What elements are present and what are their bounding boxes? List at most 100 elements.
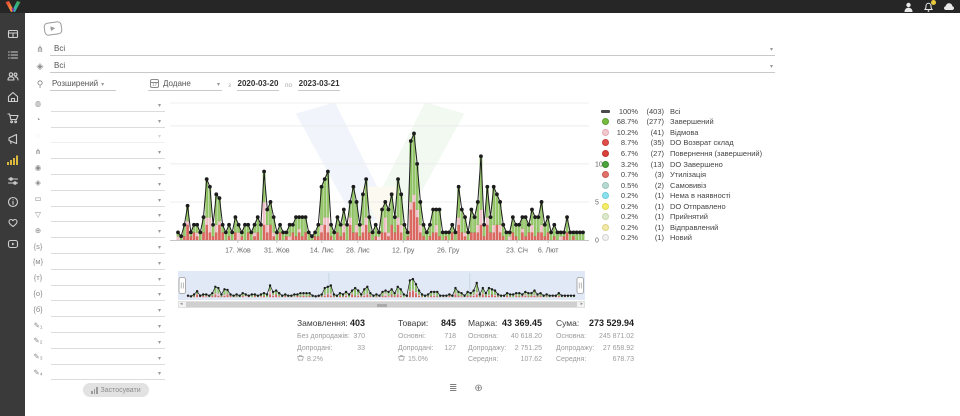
legend-count: (1) xyxy=(638,191,664,200)
sidebar-item-purchases[interactable] xyxy=(0,107,25,128)
scroll-right-icon[interactable]: ▸ xyxy=(580,301,583,308)
legend-count: (1) xyxy=(638,223,664,232)
stat-sub-label: Основна: xyxy=(556,331,586,343)
filter-supplier-select[interactable]: ▾ xyxy=(51,159,165,175)
alerts-icon[interactable] xyxy=(943,1,954,12)
filter-funnel-select[interactable]: ▾ xyxy=(51,207,165,223)
legend-item[interactable]: 8.7%(35)DO Возврат склад xyxy=(602,138,762,149)
chevron-down-icon: ▾ xyxy=(158,339,165,348)
sidebar-item-loyalty[interactable] xyxy=(0,212,25,233)
notifications-bell-icon[interactable] xyxy=(923,1,934,12)
legend-item[interactable]: 10.2%(41)Відмова xyxy=(602,127,762,138)
stat-sub-label: Допродані: xyxy=(297,343,332,355)
category-tree-icon: ⋔ xyxy=(30,44,50,56)
app-logo-icon[interactable] xyxy=(5,1,21,12)
filter-editor-3-row: ✎₃▾ xyxy=(25,349,165,365)
sidebar-item-customers[interactable] xyxy=(0,65,25,86)
product-filter-select[interactable]: Всі▾ xyxy=(50,61,775,73)
legend-item[interactable]: 68.7%(277)Завершений xyxy=(602,117,762,128)
filter-custom-m-row: {м}▾ xyxy=(25,254,165,270)
svg-text:28. Лис: 28. Лис xyxy=(346,248,370,255)
filter-custom-m-icon: {м} xyxy=(25,257,51,266)
sidebar-item-info[interactable] xyxy=(0,191,25,212)
filter-custom-s-select[interactable]: ▾ xyxy=(51,238,165,254)
basket-icon xyxy=(398,354,405,366)
legend-item[interactable]: 0.2%(1)Новий xyxy=(602,233,762,244)
chevron-down-icon: ▾ xyxy=(158,370,165,379)
stat-column: Товари:845Основні:718Допродані:12715.0% xyxy=(398,318,456,366)
scroll-left-icon[interactable]: ◂ xyxy=(180,301,183,308)
legend-percent: 3.2% xyxy=(613,160,638,169)
legend-count: (1) xyxy=(638,233,664,242)
filter-brand-select[interactable]: ▾ xyxy=(51,112,165,128)
filter-custom-t-select[interactable]: ▾ xyxy=(51,270,165,286)
stat-sub-label: Середня: xyxy=(468,354,498,366)
filter-price-select[interactable]: ▾ xyxy=(51,191,165,207)
search-filter-row: ⚲ Розширений▾ 17 Додане ▾ з 2020-03-20 п… xyxy=(30,75,775,91)
sidebar-item-marketing[interactable] xyxy=(0,128,25,149)
filter-editor-4-icon: ✎₄ xyxy=(25,368,51,377)
stat-value: 845 xyxy=(441,318,456,328)
chart-navigator[interactable] xyxy=(178,271,585,305)
status-filter-select[interactable]: Всі▾ xyxy=(50,44,775,56)
stat-column: Замовлення:403Без допродажів:370Допродан… xyxy=(297,318,365,366)
filter-custom-t-icon: {т} xyxy=(25,273,51,282)
legend-line-swatch xyxy=(601,110,610,113)
search-mode-select[interactable]: Розширений▾ xyxy=(50,79,116,91)
legend-item[interactable]: 3.2%(13)DO Завершено xyxy=(602,159,762,170)
stat-sub-value: 2 751.25 xyxy=(515,343,542,355)
apply-button[interactable]: Застосувати xyxy=(83,383,149,397)
legend-percent: 0.2% xyxy=(613,202,638,211)
list-view-icon[interactable]: ≣ xyxy=(449,383,457,394)
sidebar-item-orders[interactable] xyxy=(0,44,25,65)
filter-category-row: ⋔▾ xyxy=(25,143,165,159)
stat-sub-label: Основні: xyxy=(398,331,426,343)
legend-item[interactable]: 100%(403)Всі xyxy=(602,106,762,117)
filter-category-select[interactable]: ▾ xyxy=(51,143,165,159)
stat-title: Сума: xyxy=(556,318,579,328)
filter-product-select[interactable]: ▾ xyxy=(51,175,165,191)
search-icon: ⚲ xyxy=(30,79,50,91)
date-to-input[interactable]: 2023-03-21 xyxy=(298,79,340,91)
legend-item[interactable]: 0.7%(3)Утилізація xyxy=(602,169,762,180)
scrollbar-thumb[interactable] xyxy=(186,302,577,307)
sidebar-item-store[interactable] xyxy=(0,86,25,107)
chevron-down-icon: ▾ xyxy=(158,181,165,190)
filter-editor-3-select[interactable]: ▾ xyxy=(51,349,165,365)
legend-item[interactable]: 0.2%(1)Нема в наявності xyxy=(602,190,762,201)
date-from-input[interactable]: 2020-03-20 xyxy=(237,79,279,91)
video-hint-icon[interactable]: ▶ xyxy=(43,21,63,36)
sidebar-item-integrations[interactable] xyxy=(0,170,25,191)
sidebar-item-analytics[interactable] xyxy=(0,149,25,170)
legend-color-swatch xyxy=(602,182,609,189)
legend-item[interactable]: 0.2%(1)DO Отправлено xyxy=(602,201,762,212)
filter-disabled-select[interactable]: ▾ xyxy=(51,128,165,144)
legend-item[interactable]: 0.5%(2)Самовивіз xyxy=(602,180,762,191)
stat-sub-label: Без допродажів: xyxy=(297,331,350,343)
filter-editor-1-select[interactable]: ▾ xyxy=(51,317,165,333)
filter-custom-b-select[interactable]: ▾ xyxy=(51,301,165,317)
legend-item[interactable]: 0.2%(1)Прийнятий xyxy=(602,211,762,222)
filter-custom-m-select[interactable]: ▾ xyxy=(51,254,165,270)
date-field-select[interactable]: 17 Додане ▾ xyxy=(148,79,222,91)
filter-editor-2-icon: ✎₂ xyxy=(25,336,51,345)
chart-scrollbar[interactable]: ◂ ▸ xyxy=(178,301,585,308)
filter-editor-4-select[interactable]: ▾ xyxy=(51,365,165,381)
legend-count: (27) xyxy=(638,149,664,158)
legend-color-swatch xyxy=(602,203,609,210)
chevron-down-icon: ▾ xyxy=(158,212,165,221)
user-icon[interactable] xyxy=(903,1,914,12)
filter-editor-2-select[interactable]: ▾ xyxy=(51,333,165,349)
package-view-icon[interactable]: ⊕ xyxy=(474,383,482,394)
stat-sub-value: 107.62 xyxy=(521,354,542,366)
legend-item[interactable]: 0.2%(1)Відправлений xyxy=(602,222,762,233)
filter-region-select[interactable]: ▾ xyxy=(51,222,165,238)
sidebar-item-tutorials[interactable] xyxy=(0,233,25,254)
stat-sub-value: 40 618.20 xyxy=(511,331,542,343)
stat-sub-value: 370 xyxy=(353,331,365,343)
legend-item[interactable]: 6.7%(27)Повернення (завершений) xyxy=(602,148,762,159)
sidebar-item-dashboard[interactable] xyxy=(0,23,25,44)
filter-country-select[interactable]: ▾ xyxy=(51,96,165,112)
filter-custom-o-select[interactable]: ▾ xyxy=(51,286,165,302)
legend-count: (3) xyxy=(638,170,664,179)
